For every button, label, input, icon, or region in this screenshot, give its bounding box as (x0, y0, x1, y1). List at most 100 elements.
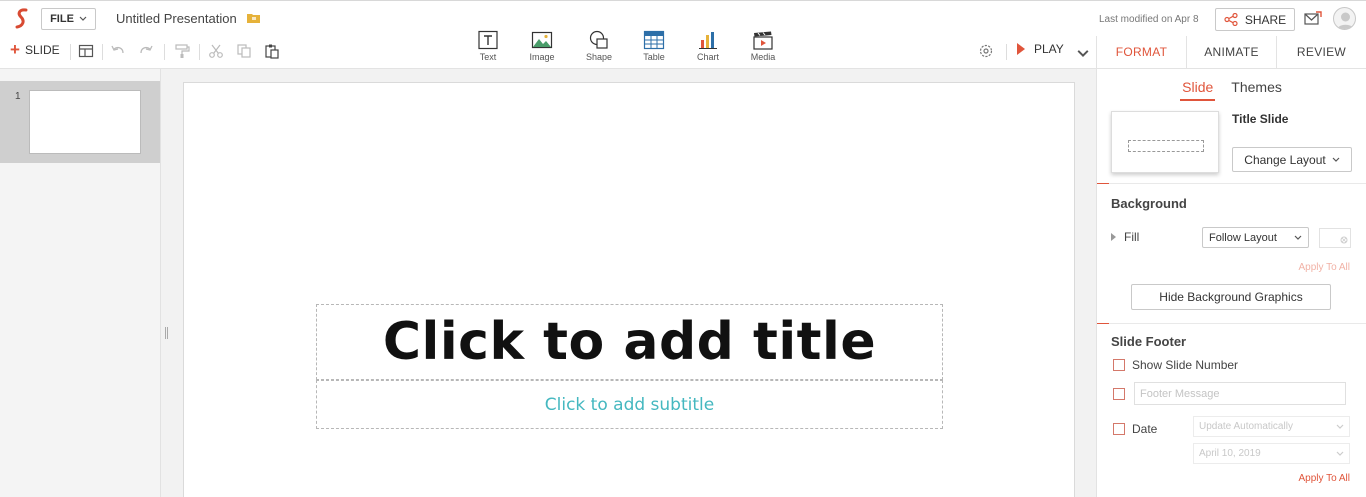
date-mode-value: Update Automatically (1199, 421, 1293, 432)
insert-shape-button[interactable]: Shape (574, 30, 624, 62)
paste-icon[interactable] (264, 43, 280, 59)
panel-tabs: FORMAT ANIMATE REVIEW (1096, 36, 1366, 69)
play-icon (1017, 43, 1025, 55)
slide-thumbnails-panel: 1 (0, 69, 161, 497)
text-icon (478, 30, 498, 50)
change-layout-button[interactable]: Change Layout (1232, 147, 1352, 172)
slide-canvas[interactable]: Click to add title Click to add subtitle (183, 82, 1075, 497)
layout-preview[interactable] (1111, 111, 1219, 173)
title-placeholder-text: Click to add title (382, 312, 877, 372)
fill-select-value: Follow Layout (1209, 231, 1277, 244)
date-option[interactable]: Date (1113, 422, 1157, 436)
chevron-down-icon (1332, 157, 1340, 162)
subtab-themes[interactable]: Themes (1229, 79, 1284, 101)
footer-message-checkbox[interactable] (1113, 388, 1125, 400)
date-label: Date (1132, 422, 1158, 436)
subtitle-placeholder[interactable]: Click to add subtitle (316, 380, 943, 429)
document-title[interactable]: Untitled Presentation (116, 11, 237, 26)
share-icon (1224, 13, 1238, 26)
chevron-down-icon (1336, 451, 1344, 456)
plus-icon: + (10, 40, 20, 59)
fill-label: Fill (1124, 230, 1140, 244)
shape-icon (589, 30, 608, 49)
settings-icon[interactable] (978, 43, 994, 59)
thumbnail-number: 1 (15, 91, 21, 102)
toolbar-divider (102, 44, 103, 60)
insert-chart-label: Chart (696, 52, 719, 62)
insert-image-button[interactable]: Image (517, 30, 567, 62)
file-menu-button[interactable]: FILE (41, 8, 96, 30)
footer-message-option[interactable] (1113, 388, 1125, 400)
toolbar-divider (70, 44, 71, 60)
insert-media-label: Media (750, 52, 776, 62)
show-slide-number-checkbox[interactable] (1113, 359, 1125, 371)
insert-media-button[interactable]: Media (738, 30, 788, 62)
file-menu-label: FILE (50, 13, 74, 25)
slide-footer-section-title: Slide Footer (1111, 334, 1187, 349)
layout-preview-placeholder (1128, 140, 1204, 152)
chevron-down-icon (1294, 235, 1302, 240)
chart-icon (699, 32, 717, 49)
copy-icon[interactable] (236, 43, 252, 59)
layout-name: Title Slide (1232, 112, 1289, 126)
fill-select[interactable]: Follow Layout (1202, 227, 1309, 248)
share-label: SHARE (1244, 12, 1287, 27)
title-placeholder[interactable]: Click to add title (316, 304, 943, 380)
section-divider (1109, 183, 1366, 184)
tab-animate[interactable]: ANIMATE (1187, 36, 1277, 68)
background-section-title: Background (1111, 196, 1187, 211)
apply-to-all-link[interactable]: Apply To All (1298, 262, 1350, 273)
image-icon (531, 31, 553, 49)
add-slide-button[interactable]: + SLIDE (10, 40, 60, 59)
add-slide-label: SLIDE (24, 43, 60, 57)
insert-text-button[interactable]: Text (463, 30, 513, 62)
section-divider (1109, 323, 1366, 324)
section-marker (1097, 323, 1109, 324)
insert-table-label: Table (643, 52, 665, 62)
date-checkbox[interactable] (1113, 423, 1125, 435)
footer-message-input[interactable]: Footer Message (1134, 382, 1346, 405)
format-subtabs: Slide Themes (1097, 79, 1366, 101)
date-value-select[interactable]: April 10, 2019 (1193, 443, 1350, 464)
slide-thumbnail[interactable] (29, 90, 141, 154)
subtab-slide[interactable]: Slide (1180, 79, 1216, 101)
insert-table-button[interactable]: Table (629, 30, 679, 62)
subtitle-placeholder-text: Click to add subtitle (544, 394, 715, 415)
show-slide-number-label: Show Slide Number (1132, 358, 1239, 372)
date-mode-select[interactable]: Update Automatically (1193, 416, 1350, 437)
fill-color-swatch[interactable] (1319, 228, 1351, 248)
apply-to-all-footer-link[interactable]: Apply To All (1298, 473, 1350, 484)
layout-icon[interactable] (78, 43, 94, 59)
hide-background-graphics-button[interactable]: Hide Background Graphics (1131, 284, 1331, 310)
presentation-app: FILE Untitled Presentation Last modified… (0, 0, 1366, 497)
insert-text-label: Text (479, 52, 497, 62)
insert-shape-label: Shape (585, 52, 613, 62)
cut-icon[interactable] (208, 43, 224, 59)
tab-format[interactable]: FORMAT (1097, 36, 1187, 68)
user-avatar[interactable] (1333, 7, 1356, 30)
panel-resize-handle[interactable] (165, 327, 168, 339)
toolbar-divider (164, 44, 165, 60)
folder-icon[interactable] (247, 13, 260, 23)
app-logo-icon[interactable] (14, 8, 30, 30)
show-slide-number-option[interactable]: Show Slide Number (1113, 358, 1238, 372)
fill-toggle[interactable]: Fill (1111, 230, 1139, 244)
play-options-chevron-icon[interactable] (1075, 46, 1091, 62)
chevron-down-icon (79, 16, 87, 21)
format-painter-icon[interactable] (174, 43, 190, 59)
share-button[interactable]: SHARE (1215, 8, 1295, 31)
chevron-down-icon (1336, 424, 1344, 429)
format-panel: Slide Themes Title Slide Change Layout B… (1096, 69, 1366, 497)
insert-chart-button[interactable]: Chart (683, 30, 733, 62)
change-layout-label: Change Layout (1244, 152, 1326, 167)
redo-icon[interactable] (138, 43, 154, 59)
undo-icon[interactable] (110, 43, 126, 59)
play-button[interactable]: PLAY (1017, 42, 1064, 56)
user-icon (1337, 12, 1354, 29)
media-icon (753, 31, 773, 50)
section-marker (1097, 183, 1109, 184)
tab-review[interactable]: REVIEW (1277, 36, 1366, 68)
mail-icon[interactable] (1304, 11, 1322, 26)
toolbar-divider (1006, 44, 1007, 60)
last-modified-text: Last modified on Apr 8 (1099, 14, 1199, 25)
